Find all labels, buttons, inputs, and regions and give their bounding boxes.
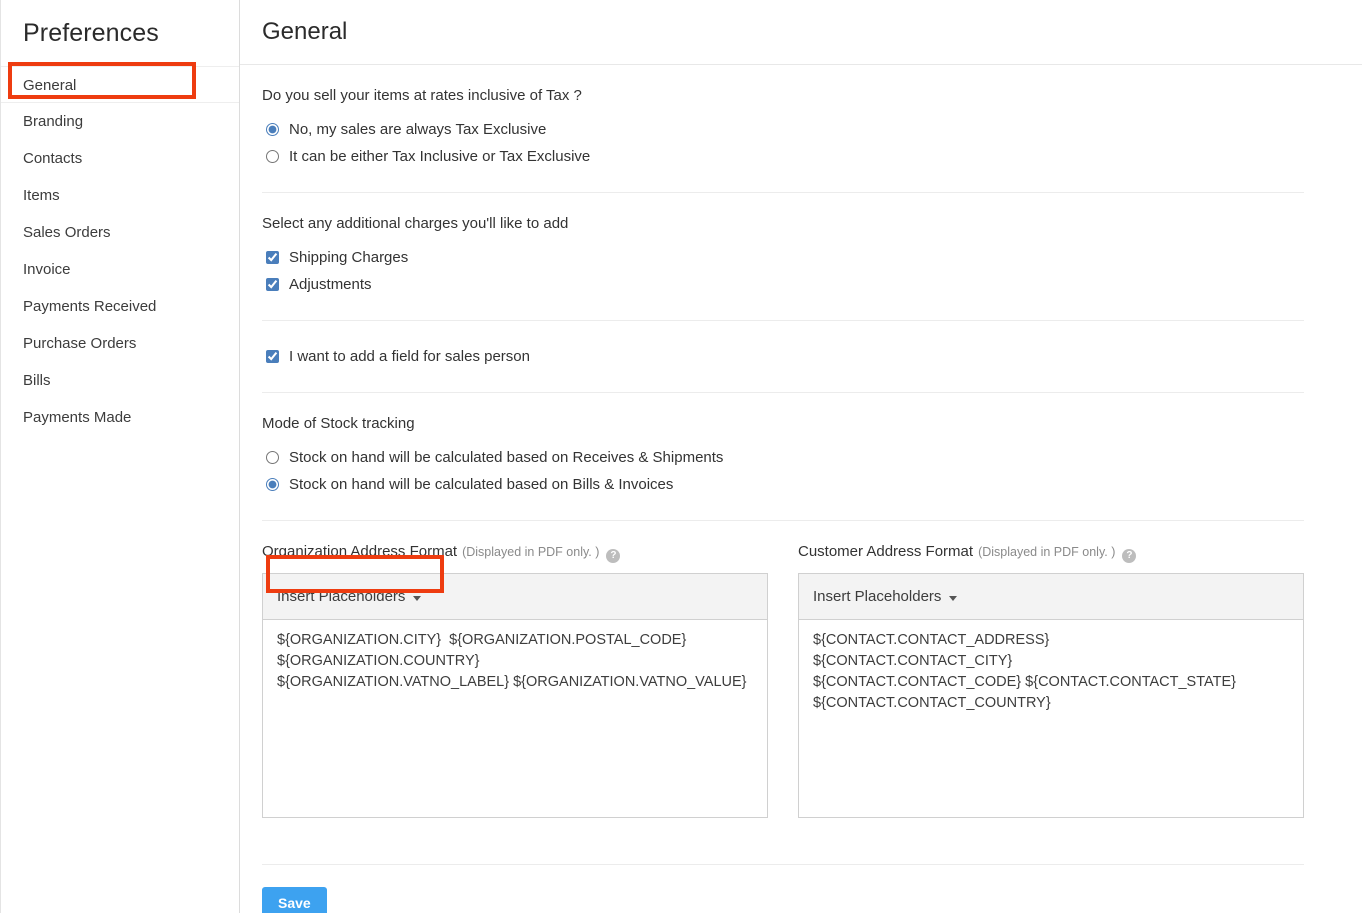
chevron-down-icon [413,596,421,601]
tax-option-exclusive[interactable]: No, my sales are always Tax Exclusive [262,116,1304,143]
sidebar-item-bills[interactable]: Bills [1,362,239,399]
sidebar-item-label: Sales Orders [23,224,111,241]
sidebar-item-sales-orders[interactable]: Sales Orders [1,214,239,251]
sidebar-title: Preferences [1,0,239,48]
organization-address-format-textarea[interactable]: ${ORGANIZATION.CITY} ${ORGANIZATION.POST… [263,620,767,817]
sidebar-item-label: General [23,77,76,94]
preferences-page: Preferences General Branding Contacts It… [0,0,1362,913]
charges-question-label: Select any additional charges you'll lik… [262,215,1304,232]
sales-person-section: I want to add a field for sales person [262,321,1304,393]
sidebar-item-label: Payments Made [23,409,131,426]
sidebar-item-label: Contacts [23,150,82,167]
stock-receives-shipments-label[interactable]: Stock on hand will be calculated based o… [289,449,723,466]
tax-question-label: Do you sell your items at rates inclusiv… [262,87,1304,104]
sidebar-item-payments-made[interactable]: Payments Made [1,399,239,436]
customer-insert-placeholders-label: Insert Placeholders [813,588,941,605]
organization-address-format-header: Organization Address Format (Displayed i… [262,543,768,561]
organization-insert-placeholders-label: Insert Placeholders [277,588,405,605]
tax-option-either[interactable]: It can be either Tax Inclusive or Tax Ex… [262,143,1304,170]
sidebar-item-label: Items [23,187,60,204]
sales-person-label[interactable]: I want to add a field for sales person [289,348,530,365]
customer-address-format-textarea[interactable]: ${CONTACT.CONTACT_ADDRESS} ${CONTACT.CON… [799,620,1303,817]
main-header: General [240,0,1362,65]
page-title: General [262,18,347,46]
stock-bills-invoices-radio[interactable] [266,478,279,491]
organization-address-format-note: (Displayed in PDF only. ) [462,545,599,559]
sidebar-item-items[interactable]: Items [1,177,239,214]
sidebar: Preferences General Branding Contacts It… [0,0,240,913]
main-body: Do you sell your items at rates inclusiv… [240,65,1362,913]
customer-address-format-title: Customer Address Format [798,543,973,560]
customer-address-format: Customer Address Format (Displayed in PD… [798,543,1304,818]
chevron-down-icon [949,596,957,601]
tax-option-exclusive-radio[interactable] [266,123,279,136]
stock-option-receives-shipments[interactable]: Stock on hand will be calculated based o… [262,444,1304,471]
additional-charges-section: Select any additional charges you'll lik… [262,193,1304,321]
sidebar-item-label: Payments Received [23,298,156,315]
footer-actions: Save [262,865,1362,913]
shipping-charges-checkbox[interactable] [266,251,279,264]
sidebar-item-payments-received[interactable]: Payments Received [1,288,239,325]
stock-receives-shipments-radio[interactable] [266,451,279,464]
charge-option-adjustments[interactable]: Adjustments [262,271,1304,298]
address-format-section: Organization Address Format (Displayed i… [262,521,1304,846]
sidebar-item-label: Bills [23,372,51,389]
sidebar-item-purchase-orders[interactable]: Purchase Orders [1,325,239,362]
adjustments-label[interactable]: Adjustments [289,276,372,293]
organization-address-toolbar: Insert Placeholders [263,574,767,620]
sidebar-item-general[interactable]: General [1,66,239,103]
adjustments-checkbox[interactable] [266,278,279,291]
sidebar-item-label: Branding [23,113,83,130]
question-mark-icon[interactable]: ? [606,549,620,563]
sidebar-item-label: Purchase Orders [23,335,136,352]
sales-person-checkbox[interactable] [266,350,279,363]
sidebar-item-contacts[interactable]: Contacts [1,140,239,177]
customer-address-toolbar: Insert Placeholders [799,574,1303,620]
sidebar-nav: General Branding Contacts Items Sales Or… [1,66,239,436]
organization-address-format: Organization Address Format (Displayed i… [262,543,768,818]
sales-person-option[interactable]: I want to add a field for sales person [262,343,1304,370]
tax-option-either-label[interactable]: It can be either Tax Inclusive or Tax Ex… [289,148,590,165]
stock-question-label: Mode of Stock tracking [262,415,1304,432]
organization-address-format-box: Insert Placeholders ${ORGANIZATION.CITY}… [262,573,768,818]
shipping-charges-label[interactable]: Shipping Charges [289,249,408,266]
customer-address-format-note: (Displayed in PDF only. ) [978,545,1115,559]
main-content: General Do you sell your items at rates … [240,0,1362,913]
tax-option-either-radio[interactable] [266,150,279,163]
charge-option-shipping[interactable]: Shipping Charges [262,244,1304,271]
customer-address-format-box: Insert Placeholders ${CONTACT.CONTACT_AD… [798,573,1304,818]
customer-address-format-header: Customer Address Format (Displayed in PD… [798,543,1304,561]
tax-option-exclusive-label[interactable]: No, my sales are always Tax Exclusive [289,121,546,138]
stock-option-bills-invoices[interactable]: Stock on hand will be calculated based o… [262,471,1304,498]
organization-insert-placeholders-dropdown[interactable]: Insert Placeholders [277,588,421,605]
stock-bills-invoices-label[interactable]: Stock on hand will be calculated based o… [289,476,673,493]
customer-insert-placeholders-dropdown[interactable]: Insert Placeholders [813,588,957,605]
sidebar-item-branding[interactable]: Branding [1,103,239,140]
tax-inclusive-section: Do you sell your items at rates inclusiv… [262,65,1304,193]
sidebar-item-label: Invoice [23,261,71,278]
sidebar-item-invoice[interactable]: Invoice [1,251,239,288]
question-mark-icon[interactable]: ? [1122,549,1136,563]
save-button[interactable]: Save [262,887,327,913]
stock-tracking-section: Mode of Stock tracking Stock on hand wil… [262,393,1304,521]
organization-address-format-title: Organization Address Format [262,543,457,560]
